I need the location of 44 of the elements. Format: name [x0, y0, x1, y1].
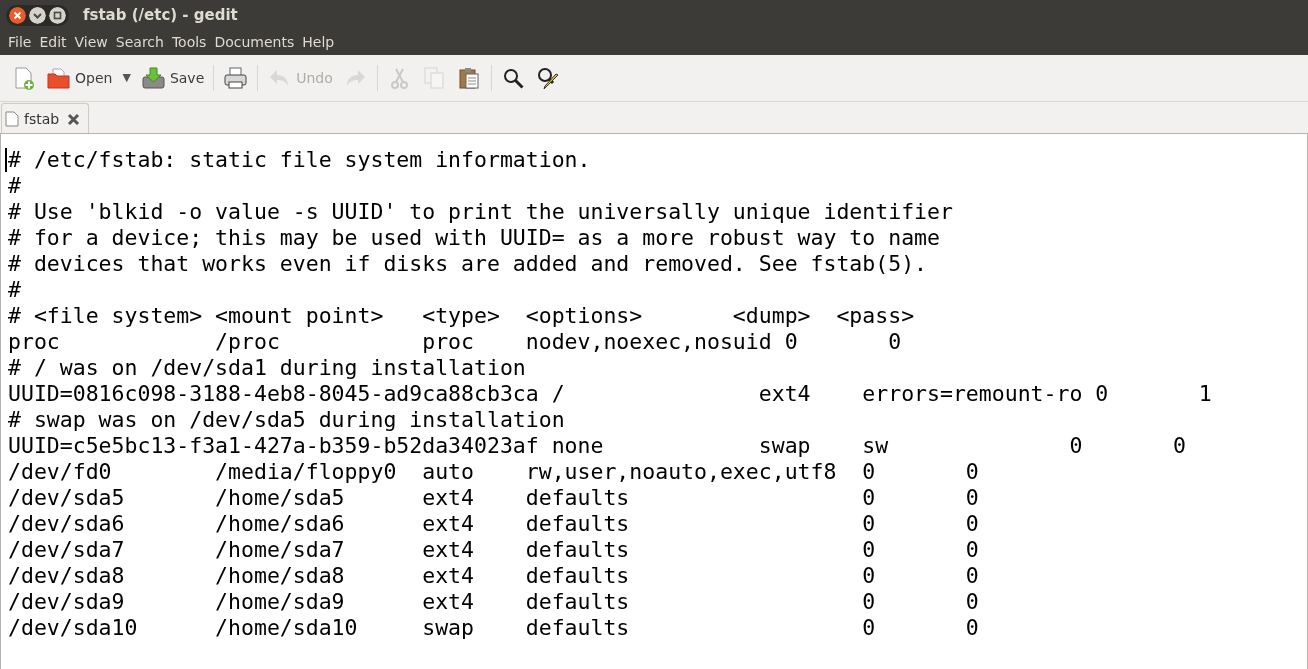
- disk-download-icon: [140, 65, 166, 91]
- code-line: UUID=c5e5bc13-f3a1-427a-b359-b52da34023af none swap sw 0 0: [8, 433, 1186, 459]
- search-pencil-icon: [535, 65, 561, 91]
- close-button[interactable]: [9, 6, 26, 24]
- code-line: UUID=0816c098-3188-4eb8-8045-ad9ca88cb3ca / ext4 errors=remount-ro 0 1: [8, 381, 1212, 407]
- folder-icon: [46, 65, 71, 91]
- code-line: /dev/sda7 /home/sda7 ext4 defaults 0 0: [8, 537, 979, 563]
- menu-item[interactable]: Edit: [35, 32, 71, 53]
- document-icon: [5, 111, 19, 127]
- window-title: fstab (/etc) - gedit: [83, 4, 238, 26]
- folder-button[interactable]: Open: [41, 61, 118, 95]
- close-tab-icon[interactable]: [67, 112, 81, 126]
- menu-item[interactable]: Help: [298, 32, 339, 53]
- code-line: /dev/sda8 /home/sda8 ext4 defaults 0 0: [8, 563, 979, 589]
- copy-pages-icon: [421, 65, 447, 91]
- code-line: /dev/fd0 /media/floppy0 auto rw,user,noauto,exec,utf8 0 0: [8, 459, 979, 485]
- menu-item[interactable]: Tools: [167, 32, 211, 53]
- code-line: # / was on /dev/sda1 during installation: [8, 355, 526, 381]
- maximize-button[interactable]: [49, 6, 66, 24]
- code-line: # Use 'blkid -o value -s UUID' to print the universally unique identifier: [8, 199, 953, 225]
- text-cursor: [5, 148, 7, 172]
- text-editor[interactable]: [0, 133, 1308, 669]
- menu-item[interactable]: View: [70, 32, 112, 53]
- code-line: # /etc/fstab: static file system information.: [8, 147, 591, 173]
- code-line: #: [8, 277, 21, 303]
- code-line: #: [8, 173, 21, 199]
- minimize-button[interactable]: [29, 6, 46, 24]
- code-line: # swap was on /dev/sda5 during installation: [8, 407, 565, 433]
- code-line: # devices that works even if disks are added and removed. See fstab(5).: [8, 251, 928, 277]
- code-line: /dev/sda9 /home/sda9 ext4 defaults 0 0: [8, 589, 979, 615]
- dropdown-button[interactable]: ▼: [117, 65, 136, 91]
- menu-item[interactable]: File: [4, 32, 36, 53]
- menu-item[interactable]: Documents: [210, 32, 299, 53]
- code-line: /dev/sda10 /home/sda10 swap defaults 0 0: [8, 615, 979, 641]
- printer-icon: [223, 65, 249, 91]
- code-line: /dev/sda5 /home/sda5 ext4 defaults 0 0: [8, 485, 979, 511]
- code-line: /dev/sda6 /home/sda6 ext4 defaults 0 0: [8, 511, 979, 537]
- clipboard-icon: [456, 65, 482, 91]
- disk-download-button[interactable]: Save: [135, 61, 210, 95]
- document-tab[interactable]: fstab: [1, 103, 90, 134]
- code-line: # <file system> <mount point> <type> <options> <dump> <pass>: [8, 303, 915, 329]
- menu-item[interactable]: Search: [111, 32, 168, 53]
- code-line: # for a device; this may be used with UUID= as a more robust way to name: [8, 225, 940, 251]
- code-line: proc /proc proc nodev,noexec,nosuid 0 0: [8, 329, 902, 355]
